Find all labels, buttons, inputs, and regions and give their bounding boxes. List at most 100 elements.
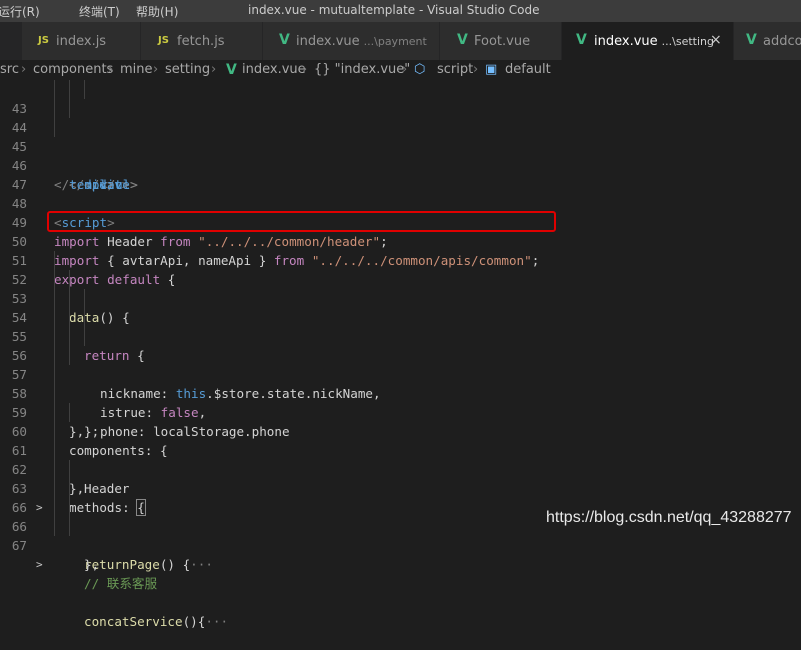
code-line: 51 export default { bbox=[0, 232, 801, 287]
tab-path-hint: ...\payment bbox=[363, 35, 427, 48]
breadcrumb-item-default[interactable]: default bbox=[505, 62, 551, 77]
tab-label: index.vue ...\setting bbox=[594, 34, 714, 49]
code-line: 57 }; bbox=[0, 346, 801, 439]
code-text: concatService(){··· bbox=[84, 614, 229, 629]
breadcrumb-item-src[interactable]: src bbox=[0, 62, 19, 77]
breadcrumb: src › components › mine › setting › V in… bbox=[0, 60, 801, 82]
code-line: 60 Header bbox=[0, 403, 801, 496]
indent-guide bbox=[69, 327, 70, 346]
indent-guide bbox=[69, 289, 70, 308]
tab-addcom[interactable]: V addcom bbox=[734, 22, 801, 60]
vue-file-icon: V bbox=[279, 32, 290, 48]
indent-guide bbox=[54, 308, 55, 327]
tab-fetch-js[interactable]: JS fetch.js bbox=[141, 22, 263, 60]
menu-terminal[interactable]: 终端(T) bbox=[79, 3, 120, 20]
watermark: https://blog.csdn.net/qq_43288277 bbox=[546, 509, 792, 526]
tab-label-text: index.vue bbox=[594, 34, 658, 49]
breadcrumb-item-module[interactable]: {} "index.vue" bbox=[314, 62, 410, 77]
code-line: 61 }, bbox=[0, 422, 801, 496]
vue-file-icon: V bbox=[576, 32, 587, 48]
tab-path-hint: ...\setting bbox=[661, 35, 714, 48]
indent-guide bbox=[54, 479, 55, 498]
indent-guide bbox=[54, 80, 55, 99]
js-file-icon: JS bbox=[158, 35, 169, 46]
tab-index-vue-payment[interactable]: V index.vue ...\payment bbox=[263, 22, 440, 60]
vue-file-icon: V bbox=[226, 62, 237, 78]
indent-guide bbox=[84, 327, 85, 346]
indent-guide bbox=[69, 308, 70, 327]
tab-label: index.vue ...\payment bbox=[296, 34, 427, 49]
indent-guide bbox=[69, 479, 70, 498]
indent-guide bbox=[54, 327, 55, 346]
chevron-right-icon: › bbox=[108, 62, 114, 77]
menu-help-label: 帮助(H) bbox=[136, 5, 179, 19]
code-line: 48 <script> bbox=[0, 175, 801, 230]
menu-terminal-label: 终端(T) bbox=[79, 5, 120, 19]
indent-guide bbox=[54, 289, 55, 308]
breadcrumb-item-setting[interactable]: setting bbox=[165, 62, 210, 77]
breadcrumb-item-script[interactable]: script bbox=[437, 62, 473, 77]
code-line: 55 istrue: false, bbox=[0, 308, 801, 420]
code-line: 59 components: { bbox=[0, 384, 801, 458]
vue-file-icon: V bbox=[457, 32, 468, 48]
indent-guide bbox=[69, 270, 70, 289]
breadcrumb-item-file[interactable]: index.vue bbox=[242, 62, 306, 77]
indent-guide bbox=[69, 80, 70, 99]
indent-guide bbox=[69, 460, 70, 479]
cube-icon: ⬡ bbox=[414, 62, 426, 77]
js-file-icon: JS bbox=[38, 35, 49, 46]
tab-label: index.js bbox=[56, 34, 107, 49]
code-text: }, bbox=[84, 557, 100, 572]
indent-guide bbox=[54, 460, 55, 479]
indent-guide bbox=[84, 80, 85, 99]
code-line: 62 methods: { bbox=[0, 441, 801, 516]
breadcrumb-item-mine[interactable]: mine bbox=[120, 62, 153, 77]
indent-guide bbox=[54, 99, 55, 118]
tab-label: fetch.js bbox=[177, 34, 225, 49]
indent-guide bbox=[54, 517, 55, 536]
indent-guide bbox=[54, 365, 55, 384]
code-line: 43 </ul> bbox=[0, 80, 801, 192]
indent-guide bbox=[54, 403, 55, 422]
vue-file-icon: V bbox=[746, 32, 757, 48]
indent-guide bbox=[54, 422, 55, 441]
code-editor[interactable]: 43 </ul> 44 </div> 45 </div> 46 </templa… bbox=[0, 80, 801, 629]
chevron-right-icon[interactable]: > bbox=[36, 555, 43, 574]
indent-guide bbox=[84, 308, 85, 327]
code-text: // 联系客服 bbox=[84, 576, 158, 591]
menu-help[interactable]: 帮助(H) bbox=[136, 3, 178, 20]
code-line: 46 </template> bbox=[0, 137, 801, 192]
line-number: 67 bbox=[11, 538, 27, 553]
tab-index-vue-setting[interactable]: V index.vue ...\setting × bbox=[562, 22, 734, 60]
breadcrumb-item-components[interactable]: components bbox=[33, 62, 113, 77]
chevron-right-icon: › bbox=[211, 62, 217, 77]
tab-label: Foot.vue bbox=[474, 34, 531, 49]
menu-run-label: 运行(R) bbox=[0, 5, 40, 19]
code-line: 44 </div> bbox=[0, 99, 801, 192]
menu-run[interactable]: 运行(R) bbox=[0, 3, 40, 20]
tab-index-js[interactable]: JS index.js bbox=[22, 22, 141, 60]
code-line: 45 </div> bbox=[0, 118, 801, 192]
code-line: 47 bbox=[0, 156, 801, 192]
code-line: 56 phone: localStorage.phone bbox=[0, 327, 801, 439]
indent-guide bbox=[54, 498, 55, 517]
code-line: 63 > returnPage() {··· bbox=[0, 460, 801, 572]
code-line: 53 return { bbox=[0, 270, 801, 363]
chevron-right-icon: › bbox=[21, 62, 27, 77]
code-text: returnPage() {··· bbox=[84, 557, 213, 572]
tab-label: addcom bbox=[763, 34, 801, 49]
indent-guide bbox=[54, 270, 55, 289]
indent-guide bbox=[84, 289, 85, 308]
highlight-box bbox=[47, 211, 556, 232]
indent-guide bbox=[54, 384, 55, 403]
chevron-right-icon: › bbox=[402, 62, 408, 77]
title-bar: 运行(R) 终端(T) 帮助(H) index.vue - mutualtemp… bbox=[0, 0, 801, 22]
close-icon[interactable]: × bbox=[710, 32, 722, 48]
tab-foot-vue[interactable]: V Foot.vue bbox=[440, 22, 562, 60]
code-line: 52 data() { bbox=[0, 251, 801, 325]
chevron-right-icon: › bbox=[302, 62, 308, 77]
symbol-icon: ▣ bbox=[485, 62, 498, 77]
indent-guide bbox=[54, 346, 55, 365]
code-line: 58 }, bbox=[0, 365, 801, 439]
window-title: index.vue - mutualtemplate - Visual Stud… bbox=[248, 3, 540, 17]
